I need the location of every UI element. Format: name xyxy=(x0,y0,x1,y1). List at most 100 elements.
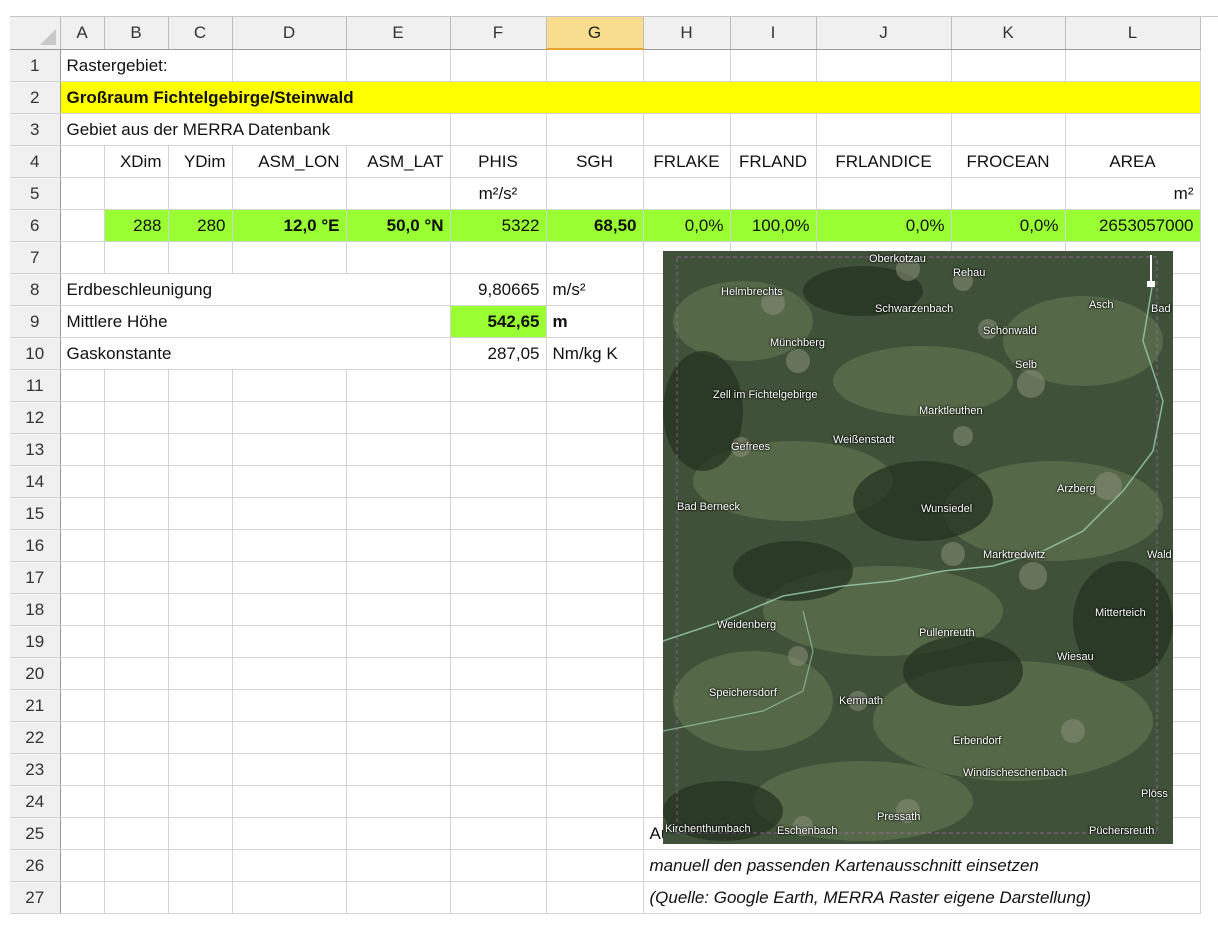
cell[interactable] xyxy=(60,401,105,434)
cell[interactable] xyxy=(168,465,233,498)
cell[interactable] xyxy=(546,433,644,466)
cell[interactable] xyxy=(816,49,952,82)
cell-f5[interactable]: m²/s² xyxy=(450,177,547,210)
cell[interactable] xyxy=(60,177,105,210)
cell[interactable] xyxy=(450,465,547,498)
cell[interactable] xyxy=(232,625,347,658)
column-header-a[interactable]: A xyxy=(60,17,105,50)
cell[interactable] xyxy=(546,401,644,434)
cell[interactable] xyxy=(168,881,233,914)
cell[interactable] xyxy=(546,721,644,754)
cell[interactable] xyxy=(346,401,451,434)
cell[interactable] xyxy=(168,753,233,786)
cell-f9[interactable]: 542,65 xyxy=(450,305,547,338)
cell[interactable] xyxy=(346,529,451,562)
cell[interactable] xyxy=(643,49,731,82)
cell[interactable] xyxy=(104,529,169,562)
row-header[interactable]: 19 xyxy=(10,625,61,658)
cell[interactable] xyxy=(168,721,233,754)
cell-l4[interactable]: AREA xyxy=(1065,145,1201,178)
cell[interactable] xyxy=(816,177,952,210)
cell[interactable] xyxy=(168,785,233,818)
cell[interactable] xyxy=(450,49,547,82)
column-header-g[interactable]: G xyxy=(546,17,644,50)
cell-f4[interactable]: PHIS xyxy=(450,145,547,178)
cell[interactable] xyxy=(168,369,233,402)
cell[interactable] xyxy=(951,113,1066,146)
cell[interactable] xyxy=(168,689,233,722)
cell[interactable] xyxy=(1065,113,1201,146)
row-header[interactable]: 14 xyxy=(10,465,61,498)
cell[interactable] xyxy=(232,817,347,850)
cell[interactable] xyxy=(450,785,547,818)
cell[interactable] xyxy=(643,113,731,146)
cell[interactable] xyxy=(60,817,105,850)
cell-a10[interactable]: Gaskonstante xyxy=(60,337,451,370)
cell[interactable] xyxy=(104,881,169,914)
cell[interactable] xyxy=(60,561,105,594)
cell[interactable] xyxy=(546,753,644,786)
cell[interactable] xyxy=(450,497,547,530)
column-header-c[interactable]: C xyxy=(168,17,233,50)
cell[interactable] xyxy=(450,849,547,882)
cell[interactable] xyxy=(643,177,731,210)
cell[interactable] xyxy=(104,497,169,530)
row-header[interactable]: 27 xyxy=(10,881,61,914)
cell-k6[interactable]: 0,0% xyxy=(951,209,1066,242)
cell[interactable] xyxy=(60,753,105,786)
cell[interactable] xyxy=(60,881,105,914)
cell-g6[interactable]: 68,50 xyxy=(546,209,644,242)
cell-b4[interactable]: XDim xyxy=(104,145,169,178)
cell-e4[interactable]: ASM_LAT xyxy=(346,145,451,178)
cell[interactable] xyxy=(346,689,451,722)
cell[interactable] xyxy=(104,817,169,850)
cell-h26[interactable]: manuell den passenden Kartenausschnitt e… xyxy=(643,849,1201,882)
column-header-e[interactable]: E xyxy=(346,17,451,50)
cell[interactable] xyxy=(104,657,169,690)
row-header[interactable]: 7 xyxy=(10,241,61,274)
cell-l5[interactable]: m² xyxy=(1065,177,1201,210)
cell[interactable] xyxy=(168,401,233,434)
row-header[interactable]: 2 xyxy=(10,81,61,114)
cell-k4[interactable]: FROCEAN xyxy=(951,145,1066,178)
cell[interactable] xyxy=(450,241,547,274)
cell[interactable] xyxy=(450,721,547,754)
cell[interactable] xyxy=(60,369,105,402)
cell[interactable] xyxy=(1065,49,1201,82)
cell-a9[interactable]: Mittlere Höhe xyxy=(60,305,451,338)
cell[interactable] xyxy=(346,497,451,530)
cell-h27[interactable]: (Quelle: Google Earth, MERRA Raster eige… xyxy=(643,881,1201,914)
cell[interactable] xyxy=(168,177,233,210)
cell-f8[interactable]: 9,80665 xyxy=(450,273,547,306)
row-header[interactable]: 6 xyxy=(10,209,61,242)
cell[interactable] xyxy=(450,401,547,434)
cell[interactable] xyxy=(104,561,169,594)
cell[interactable] xyxy=(730,113,817,146)
cell[interactable] xyxy=(346,177,451,210)
row-header[interactable]: 13 xyxy=(10,433,61,466)
cell[interactable] xyxy=(104,785,169,818)
cell[interactable] xyxy=(232,401,347,434)
cell-e6[interactable]: 50,0 °N xyxy=(346,209,451,242)
cell[interactable] xyxy=(232,593,347,626)
cell[interactable] xyxy=(450,369,547,402)
row-header[interactable]: 5 xyxy=(10,177,61,210)
cell[interactable] xyxy=(60,529,105,562)
cell[interactable] xyxy=(104,753,169,786)
column-header-i[interactable]: I xyxy=(730,17,817,50)
cell[interactable] xyxy=(546,465,644,498)
cell[interactable] xyxy=(232,849,347,882)
row-header[interactable]: 21 xyxy=(10,689,61,722)
cell[interactable] xyxy=(232,657,347,690)
cell[interactable] xyxy=(104,689,169,722)
cell-g4[interactable]: SGH xyxy=(546,145,644,178)
cell[interactable] xyxy=(232,465,347,498)
cell[interactable] xyxy=(232,497,347,530)
cell-g8[interactable]: m/s² xyxy=(546,273,644,306)
cell[interactable] xyxy=(546,497,644,530)
row-header[interactable]: 9 xyxy=(10,305,61,338)
cell[interactable] xyxy=(104,369,169,402)
cell[interactable] xyxy=(450,881,547,914)
cell[interactable] xyxy=(232,721,347,754)
cell[interactable] xyxy=(450,657,547,690)
